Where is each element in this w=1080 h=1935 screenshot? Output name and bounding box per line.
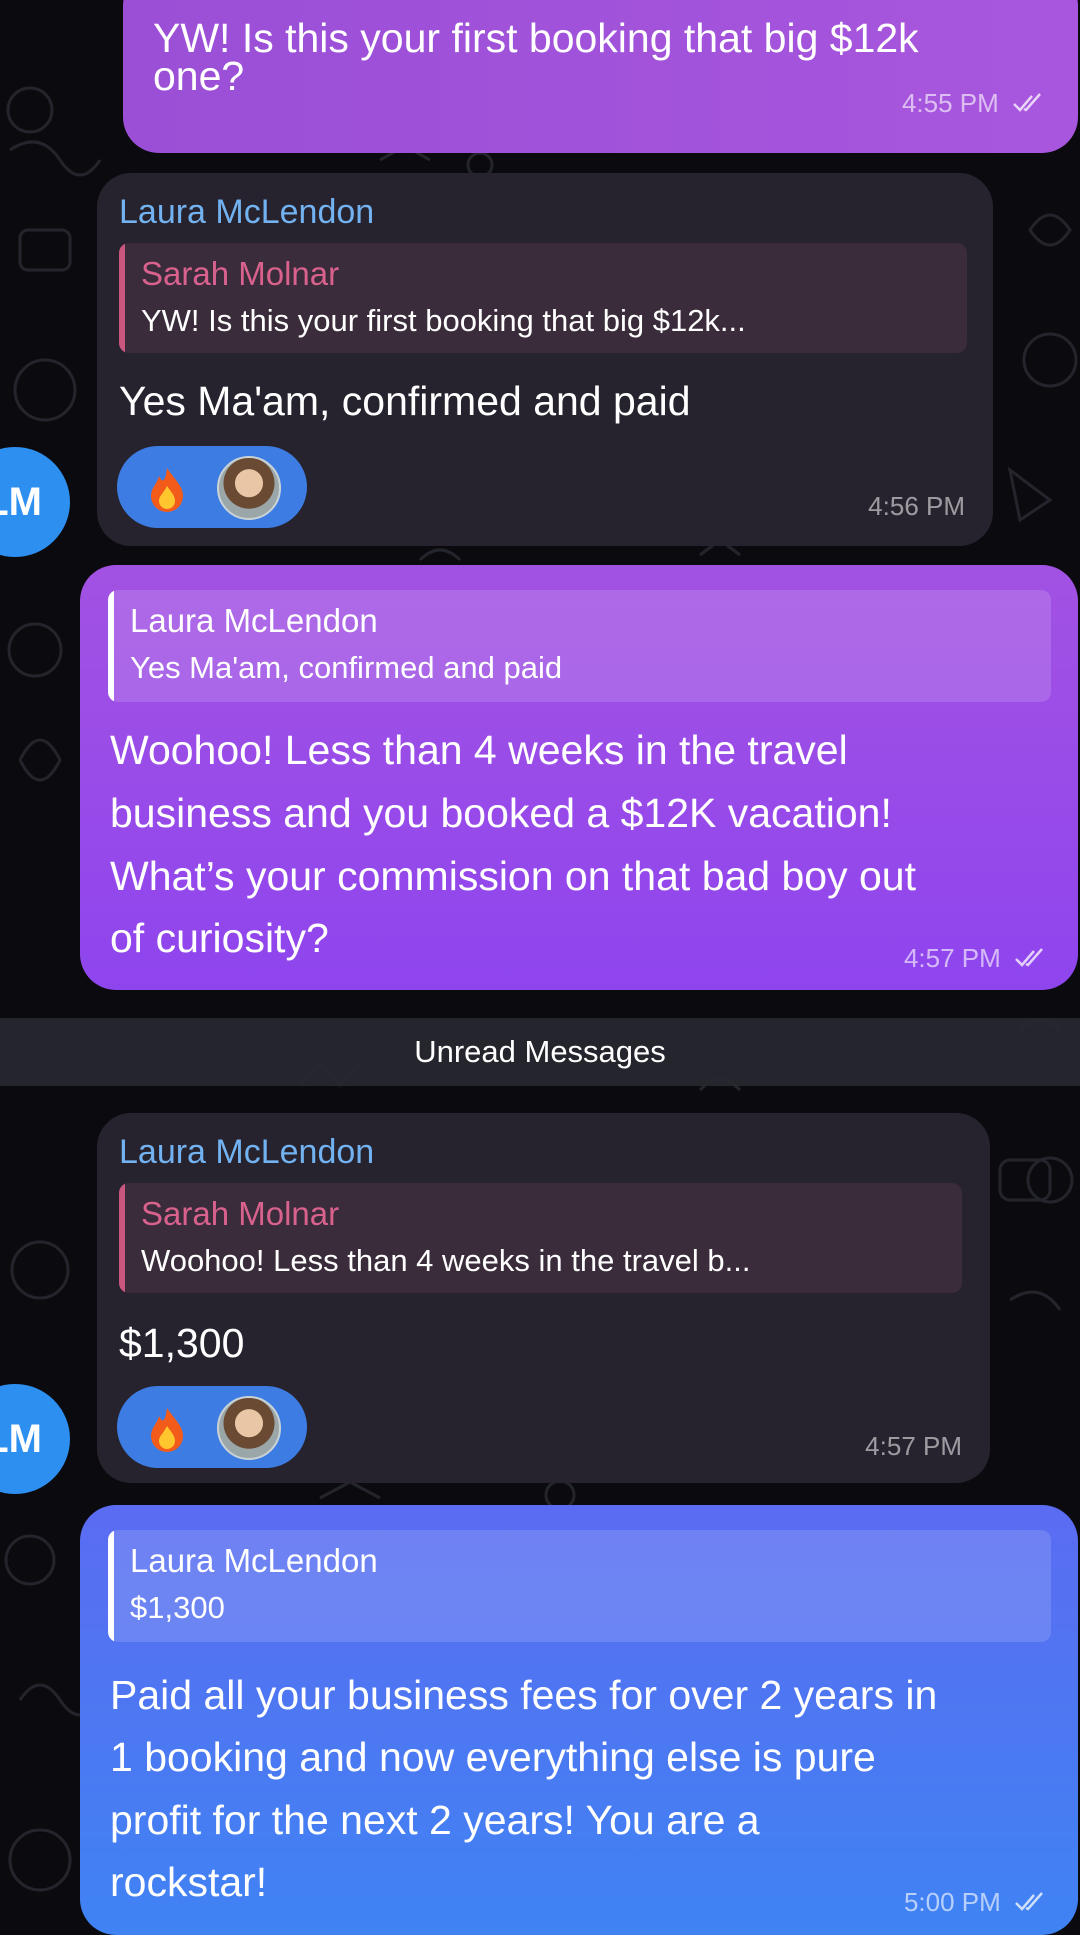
message-text-line: What’s your commission on that bad boy o… xyxy=(110,853,916,899)
reactor-avatar xyxy=(217,456,281,520)
unread-messages-divider: Unread Messages xyxy=(0,1018,1080,1086)
reply-preview[interactable]: Sarah Molnar Woohoo! Less than 4 weeks i… xyxy=(119,1183,962,1293)
reply-text: Yes Ma'am, confirmed and paid xyxy=(130,650,563,685)
message-text-line: business and you booked a $12K vacation! xyxy=(110,790,892,836)
message-text-line: rockstar! xyxy=(110,1859,268,1905)
reply-text: YW! Is this your first booking that big … xyxy=(141,303,746,338)
message-time-text: 4:57 PM xyxy=(903,943,1001,973)
reply-sender-name: Laura McLendon xyxy=(130,602,378,639)
reply-preview[interactable]: Sarah Molnar YW! Is this your first book… xyxy=(119,243,967,353)
reaction-pill[interactable] xyxy=(117,1386,307,1468)
message-time-text: 4:55 PM xyxy=(901,88,999,118)
sender-name[interactable]: Laura McLendon xyxy=(119,193,374,232)
reply-preview[interactable]: Laura McLendon $1,300 xyxy=(108,1530,1051,1642)
reply-sender-name: Sarah Molnar xyxy=(141,255,340,292)
read-checkmarks-icon xyxy=(1013,93,1041,112)
reply-bar xyxy=(108,590,114,702)
message-text-line: Woohoo! Less than 4 weeks in the travel xyxy=(110,727,848,773)
reply-bar xyxy=(108,1530,114,1642)
message-time: 4:57 PM xyxy=(904,943,1048,974)
message-text-line: Paid all your business fees for over 2 y… xyxy=(110,1672,938,1718)
sender-name[interactable]: Laura McLendon xyxy=(119,1133,374,1172)
incoming-message-2[interactable]: Laura McLendon Sarah Molnar Woohoo! Less… xyxy=(97,1113,990,1483)
outgoing-message-3[interactable]: Laura McLendon $1,300 Paid all your busi… xyxy=(80,1505,1078,1935)
reply-text: $1,300 xyxy=(130,1590,225,1625)
reaction-pill[interactable] xyxy=(117,446,307,528)
message-time: 5:00 PM xyxy=(904,1887,1048,1918)
outgoing-message-2[interactable]: Laura McLendon Yes Ma'am, confirmed and … xyxy=(80,565,1078,990)
fire-reaction-icon xyxy=(151,468,183,512)
incoming-message-1[interactable]: Laura McLendon Sarah Molnar YW! Is this … xyxy=(97,173,993,546)
reply-sender-name: Sarah Molnar xyxy=(141,1195,340,1232)
read-checkmarks-icon xyxy=(1015,1892,1043,1911)
message-text-line: of curiosity? xyxy=(110,915,329,961)
message-text: Yes Ma'am, confirmed and paid xyxy=(119,378,691,424)
message-time: 4:57 PM xyxy=(865,1431,962,1461)
message-text-line: one? xyxy=(153,53,245,99)
reactor-avatar xyxy=(217,1396,281,1460)
message-time: 4:55 PM xyxy=(902,88,1046,119)
message-text: $1,300 xyxy=(119,1320,245,1366)
reply-preview[interactable]: Laura McLendon Yes Ma'am, confirmed and … xyxy=(108,590,1051,702)
message-text-line: profit for the next 2 years! You are a xyxy=(110,1797,760,1843)
message-time-text: 5:00 PM xyxy=(903,1887,1001,1917)
read-checkmarks-icon xyxy=(1015,948,1043,967)
message-time: 4:56 PM xyxy=(868,491,965,521)
reply-bar xyxy=(119,1183,125,1293)
reply-text: Woohoo! Less than 4 weeks in the travel … xyxy=(141,1243,751,1278)
outgoing-message-1[interactable]: YW! Is this your first booking that big … xyxy=(123,0,1078,153)
message-text-line: 1 booking and now everything else is pur… xyxy=(110,1734,876,1780)
reply-bar xyxy=(119,243,125,353)
reply-sender-name: Laura McLendon xyxy=(130,1542,378,1579)
message-text-line: YW! Is this your first booking that big … xyxy=(153,15,919,61)
fire-reaction-icon xyxy=(151,1408,183,1452)
